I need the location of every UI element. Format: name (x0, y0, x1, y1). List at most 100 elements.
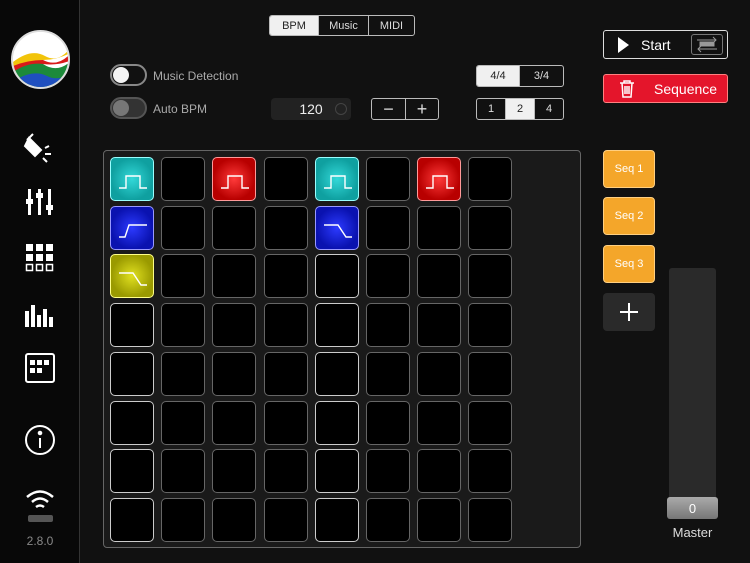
pad-r5-c2[interactable] (161, 351, 206, 396)
pad-r7-c1[interactable] (110, 449, 154, 494)
pad-r2-c8[interactable] (468, 205, 513, 250)
version-label: 2.8.0 (26, 534, 54, 548)
sliders-icon[interactable] (20, 184, 60, 220)
clear-icon[interactable] (335, 103, 347, 115)
pad-r1-c7[interactable] (417, 157, 462, 201)
auto-bpm-toggle[interactable] (110, 97, 147, 119)
seq-3-button[interactable]: Seq 3 (603, 245, 655, 283)
pad-r2-c7[interactable] (417, 205, 462, 250)
music-detection-label: Music Detection (153, 69, 239, 83)
info-icon[interactable] (20, 422, 60, 458)
equalizer-icon[interactable] (20, 296, 60, 332)
time-sig-4-4[interactable]: 4/4 (477, 66, 519, 86)
sequence-button[interactable]: Sequence (603, 74, 728, 103)
pad-r7-c4[interactable] (263, 449, 308, 494)
pad-r6-c5[interactable] (314, 400, 359, 445)
pad-r7-c5[interactable] (314, 449, 359, 494)
pad-r1-c1[interactable] (110, 157, 154, 201)
pad-r7-c8[interactable] (468, 449, 513, 494)
pad-r3-c8[interactable] (468, 254, 513, 299)
pad-r1-c2[interactable] (161, 157, 206, 201)
pad-r5-c7[interactable] (417, 351, 462, 396)
app-logo (11, 30, 70, 89)
pad-r1-c8[interactable] (468, 157, 513, 201)
tab-midi[interactable]: MIDI (368, 16, 414, 35)
pad-r8-c4[interactable] (263, 497, 308, 542)
pad-r7-c2[interactable] (161, 449, 206, 494)
seq-2-button[interactable]: Seq 2 (603, 197, 655, 235)
bpm-input[interactable]: 120 (271, 98, 351, 120)
pad-r5-c4[interactable] (263, 351, 308, 396)
pad-r3-c7[interactable] (417, 254, 462, 299)
pad-r4-c2[interactable] (161, 303, 206, 348)
add-sequence-button[interactable] (603, 293, 655, 331)
pad-r5-c1[interactable] (110, 351, 154, 396)
tab-bpm[interactable]: BPM (270, 16, 318, 35)
pad-r2-c3[interactable] (212, 205, 257, 250)
pad-r2-c5[interactable] (314, 205, 359, 250)
pad-r8-c6[interactable] (366, 497, 410, 542)
master-fader-track[interactable] (669, 268, 716, 518)
pad-r8-c7[interactable] (417, 497, 462, 542)
pad-r4-c3[interactable] (212, 303, 257, 348)
decrement-button[interactable]: − (372, 99, 405, 119)
pad-r2-c1[interactable] (110, 205, 154, 250)
pad-r6-c7[interactable] (417, 400, 462, 445)
pad-r3-c2[interactable] (161, 254, 206, 299)
sequence-icon[interactable] (20, 350, 60, 386)
paint-bucket-icon[interactable] (20, 129, 60, 165)
pad-r7-c7[interactable] (417, 449, 462, 494)
pad-r5-c6[interactable] (366, 351, 410, 396)
wifi-icon[interactable] (20, 482, 60, 518)
pad-r8-c2[interactable] (161, 497, 206, 542)
pad-r3-c3[interactable] (212, 254, 257, 299)
time-signature-selector: 4/4 3/4 (476, 65, 564, 87)
pad-r1-c6[interactable] (366, 157, 410, 201)
pad-r8-c1[interactable] (110, 497, 154, 542)
pad-r1-c5[interactable] (314, 157, 359, 201)
pad-r2-c2[interactable] (161, 205, 206, 250)
master-fader-knob[interactable]: 0 (667, 497, 718, 519)
pad-r5-c8[interactable] (468, 351, 513, 396)
pad-r4-c5[interactable] (314, 303, 359, 348)
pad-r7-c6[interactable] (366, 449, 410, 494)
loop-toggle-icon[interactable] (691, 34, 723, 55)
music-detection-toggle[interactable] (110, 64, 147, 86)
pad-r3-c5[interactable] (314, 254, 359, 299)
pad-r4-c7[interactable] (417, 303, 462, 348)
pad-r4-c4[interactable] (263, 303, 308, 348)
pad-r3-c1[interactable] (110, 254, 154, 299)
start-button[interactable]: Start (603, 30, 728, 59)
pad-r1-c3[interactable] (212, 157, 257, 201)
tab-music[interactable]: Music (318, 16, 368, 35)
pad-r1-c4[interactable] (263, 157, 308, 201)
pad-r6-c1[interactable] (110, 400, 154, 445)
pad-r3-c6[interactable] (366, 254, 410, 299)
pad-r5-c3[interactable] (212, 351, 257, 396)
pad-r8-c8[interactable] (468, 497, 513, 542)
pad-r6-c4[interactable] (263, 400, 308, 445)
pad-r4-c8[interactable] (468, 303, 513, 348)
pad-r6-c6[interactable] (366, 400, 410, 445)
time-sig-3-4[interactable]: 3/4 (519, 66, 563, 86)
pad-r8-c3[interactable] (212, 497, 257, 542)
pad-r4-c6[interactable] (366, 303, 410, 348)
multiplier-1[interactable]: 1 (477, 99, 505, 119)
increment-button[interactable]: + (405, 99, 438, 119)
start-label: Start (641, 36, 671, 53)
pad-r7-c3[interactable] (212, 449, 257, 494)
seq-1-button[interactable]: Seq 1 (603, 150, 655, 188)
bpm-stepper: − + (371, 98, 439, 120)
pad-r2-c4[interactable] (263, 205, 308, 250)
grid-icon[interactable] (20, 240, 60, 276)
pad-r5-c5[interactable] (314, 351, 359, 396)
multiplier-2[interactable]: 2 (505, 99, 534, 119)
pad-r6-c8[interactable] (468, 400, 513, 445)
pad-r8-c5[interactable] (314, 497, 359, 542)
multiplier-4[interactable]: 4 (534, 99, 563, 119)
pad-r3-c4[interactable] (263, 254, 308, 299)
pad-r2-c6[interactable] (366, 205, 410, 250)
pad-r4-c1[interactable] (110, 303, 154, 348)
pad-r6-c3[interactable] (212, 400, 257, 445)
pad-r6-c2[interactable] (161, 400, 206, 445)
